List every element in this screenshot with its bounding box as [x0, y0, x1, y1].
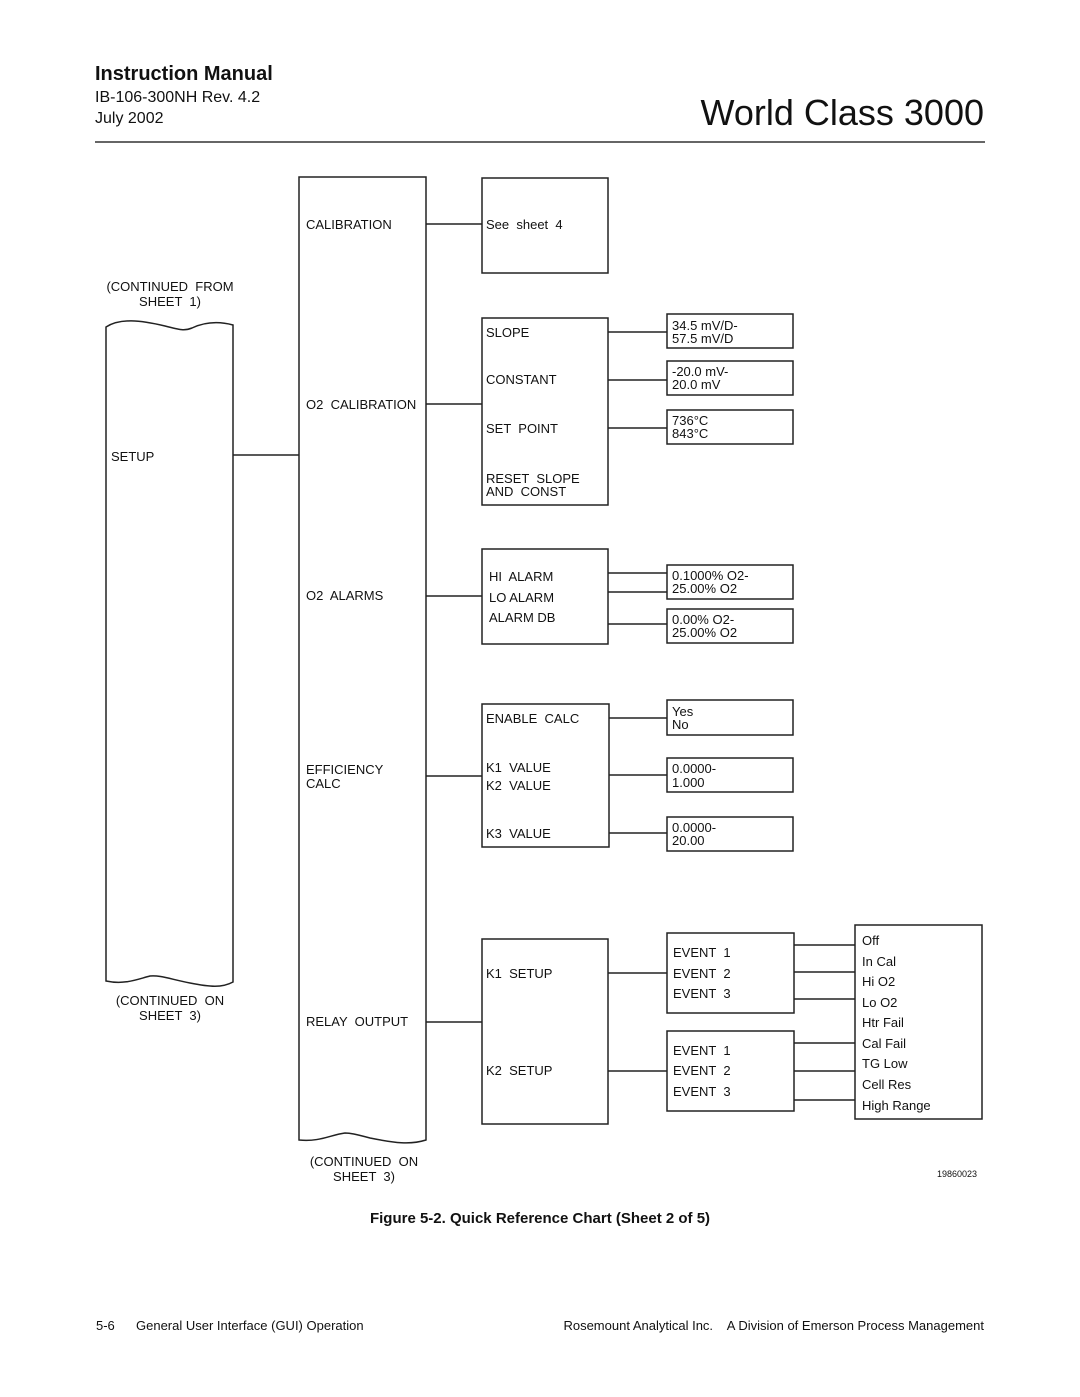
setup-label: SETUP [111, 449, 154, 464]
k3-range-2: 20.00 [672, 833, 705, 848]
o2cal-reset-2[interactable]: AND CONST [486, 484, 566, 499]
quick-reference-diagram: (CONTINUED FROM SHEET 1) SETUP (CONTINUE… [105, 176, 983, 1184]
slope-range-2: 57.5 mV/D [672, 331, 733, 346]
setup-torn-box [105, 320, 234, 987]
continued-on-label-2: SHEET 3) [139, 1008, 201, 1023]
alarm-hi[interactable]: HI ALARM [489, 569, 553, 584]
option-off[interactable]: Off [862, 933, 879, 948]
alarm-db[interactable]: ALARM DB [489, 610, 555, 625]
footer-page-number: 5-6 [96, 1318, 115, 1333]
setup-menu-column: CALIBRATION O2 CALIBRATION O2 ALARMS EFF… [298, 176, 427, 1184]
setup-continued-on-2: SHEET 3) [333, 1169, 395, 1184]
k1k2-range-1: 0.0000- [672, 761, 716, 776]
k1-event-2[interactable]: EVENT 2 [673, 966, 731, 981]
k2-event-1[interactable]: EVENT 1 [673, 1043, 731, 1058]
option-tg-low[interactable]: TG Low [862, 1056, 908, 1071]
k1k2-range-2: 1.000 [672, 775, 705, 790]
eff-enable-calc[interactable]: ENABLE CALC [486, 711, 579, 726]
k1-event-1[interactable]: EVENT 1 [673, 945, 731, 960]
footer-company: Rosemount Analytical Inc. A Division of … [563, 1318, 984, 1333]
continued-on-label-1: (CONTINUED ON [116, 993, 224, 1008]
enable-range-2: No [672, 717, 689, 732]
relay-k1-setup[interactable]: K1 SETUP [486, 966, 552, 981]
eff-k1-value[interactable]: K1 VALUE [486, 760, 551, 775]
setup-continued-on-1: (CONTINUED ON [310, 1154, 418, 1169]
k2-event-3[interactable]: EVENT 3 [673, 1084, 731, 1099]
menu-o2-alarms[interactable]: O2 ALARMS [306, 588, 384, 603]
figure-id: 19860023 [937, 1169, 977, 1179]
setup-menu-box [298, 176, 427, 1144]
menu-efficiency-calc-1[interactable]: EFFICIENCY [306, 762, 384, 777]
option-cell-res[interactable]: Cell Res [862, 1077, 912, 1092]
option-high-range[interactable]: High Range [862, 1098, 931, 1113]
option-cal-fail[interactable]: Cal Fail [862, 1036, 906, 1051]
option-lo-o2[interactable]: Lo O2 [862, 995, 897, 1010]
alarm-range-2: 25.00% O2 [672, 581, 737, 596]
k1-event-3[interactable]: EVENT 3 [673, 986, 731, 1001]
continued-from-label-1: (CONTINUED FROM [106, 279, 233, 294]
option-hi-o2[interactable]: Hi O2 [862, 974, 895, 989]
eff-k2-value[interactable]: K2 VALUE [486, 778, 551, 793]
o2cal-constant[interactable]: CONSTANT [486, 372, 557, 387]
menu-calibration[interactable]: CALIBRATION [306, 217, 392, 232]
left-column: (CONTINUED FROM SHEET 1) SETUP (CONTINUE… [105, 279, 299, 1023]
figure-caption: Figure 5-2. Quick Reference Chart (Sheet… [369, 1210, 711, 1227]
k2-event-2[interactable]: EVENT 2 [673, 1063, 731, 1078]
menu-relay-output[interactable]: RELAY OUTPUT [306, 1014, 408, 1029]
menu-o2-calibration[interactable]: O2 CALIBRATION [306, 397, 416, 412]
menu-efficiency-calc-2[interactable]: CALC [306, 776, 341, 791]
option-htr-fail[interactable]: Htr Fail [862, 1015, 904, 1030]
o2cal-slope[interactable]: SLOPE [486, 325, 530, 340]
setpoint-range-2: 843°C [672, 426, 708, 441]
alarm-lo[interactable]: LO ALARM [489, 590, 554, 605]
footer-section: General User Interface (GUI) Operation [136, 1318, 364, 1333]
constant-range-2: 20.0 mV [672, 377, 721, 392]
o2cal-set-point[interactable]: SET POINT [486, 421, 558, 436]
continued-from-label-2: SHEET 1) [139, 294, 201, 309]
calibration-note: See sheet 4 [486, 217, 563, 232]
relay-k2-setup[interactable]: K2 SETUP [486, 1063, 552, 1078]
option-in-cal[interactable]: In Cal [862, 954, 896, 969]
eff-k3-value[interactable]: K3 VALUE [486, 826, 551, 841]
alarm-db-range-2: 25.00% O2 [672, 625, 737, 640]
